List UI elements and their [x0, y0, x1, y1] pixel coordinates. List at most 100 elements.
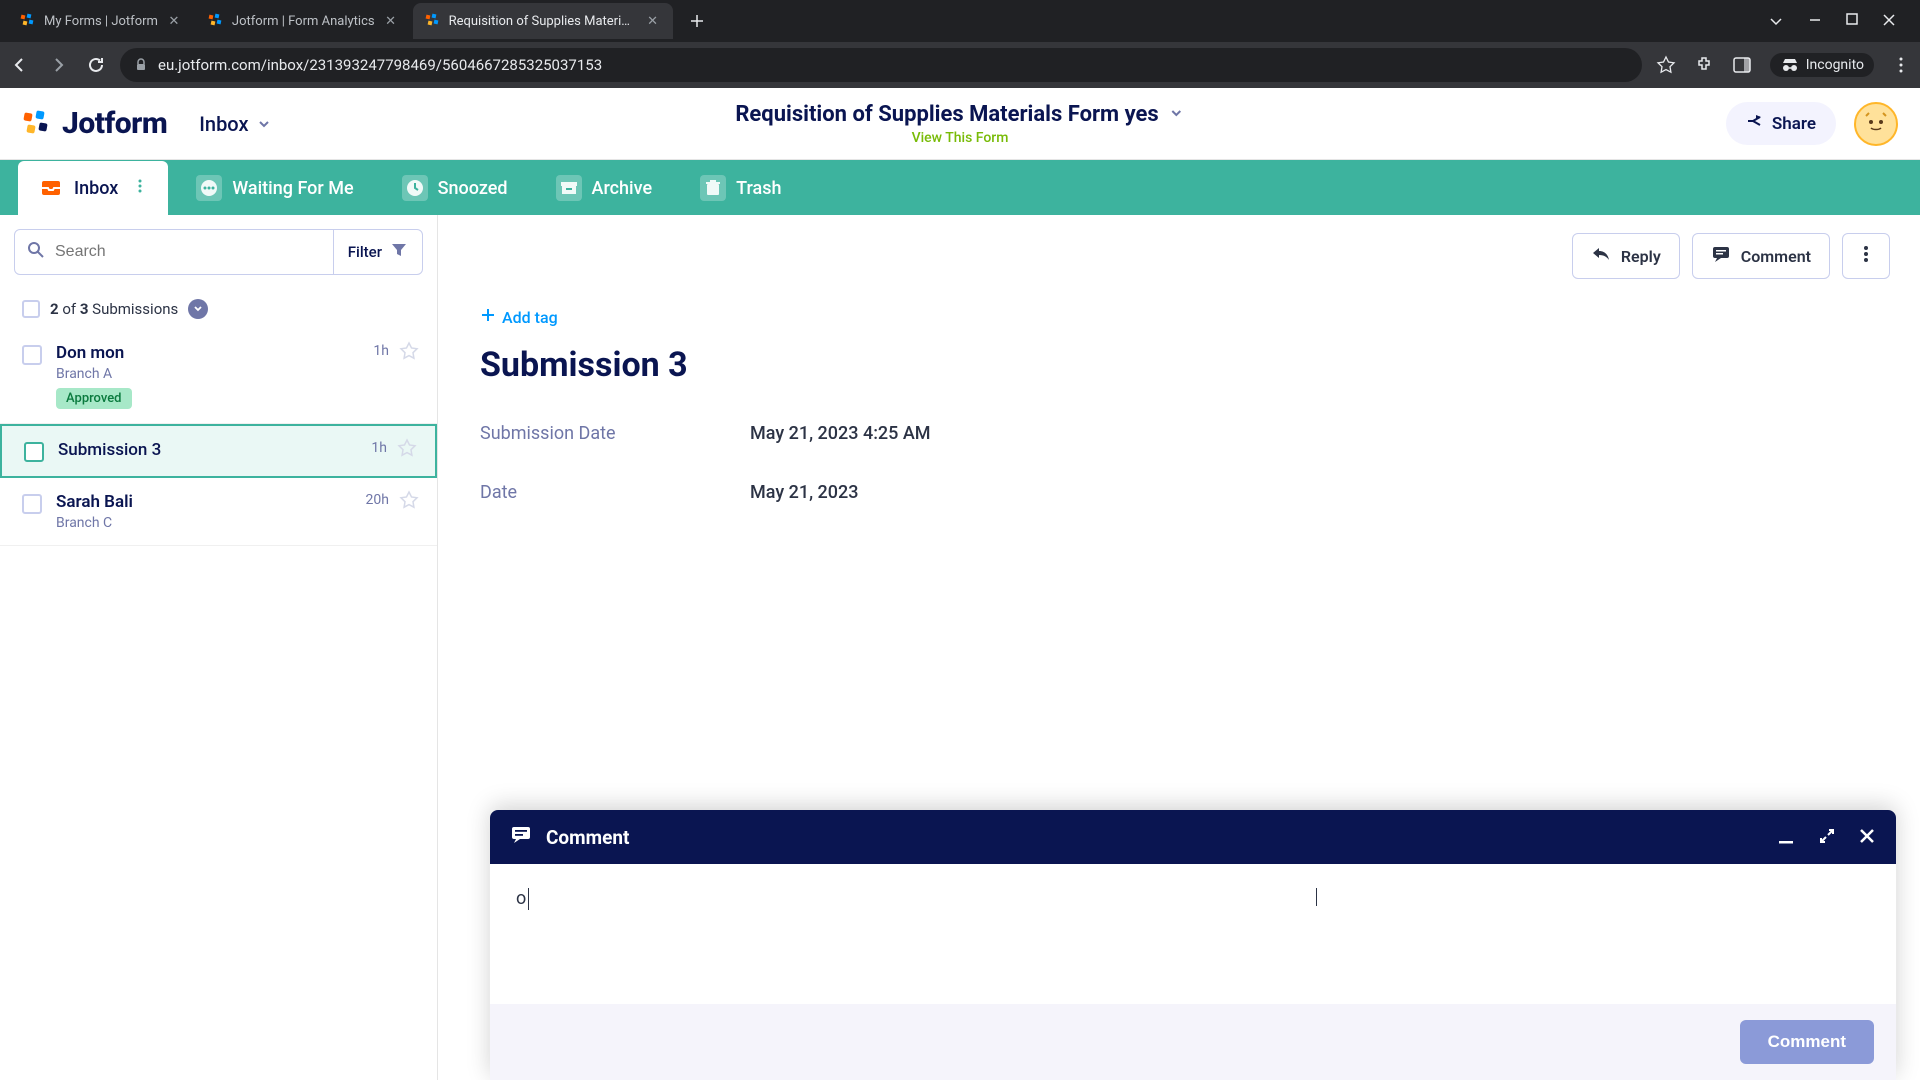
minimize-icon[interactable]	[1808, 13, 1822, 29]
sidepanel-icon[interactable]	[1732, 55, 1752, 75]
item-branch: Branch C	[56, 515, 415, 531]
reply-button[interactable]: Reply	[1572, 233, 1680, 279]
item-checkbox[interactable]	[22, 345, 42, 365]
header-right: Share	[1726, 102, 1898, 146]
jotform-favicon	[208, 13, 224, 29]
comment-button[interactable]: Comment	[1692, 233, 1830, 279]
jotform-favicon	[425, 13, 441, 29]
submission-title: Submission 3	[480, 345, 1878, 385]
tab-waiting[interactable]: Waiting For Me	[176, 161, 373, 215]
tab-archive[interactable]: Archive	[536, 161, 673, 215]
menu-icon[interactable]	[1892, 56, 1910, 74]
inbox-tabs: Inbox Waiting For Me Snoozed Archive Tra…	[0, 160, 1920, 215]
list-item[interactable]: Submission 3 1h	[0, 424, 437, 478]
jotform-logo-icon	[22, 109, 52, 139]
star-icon[interactable]	[399, 490, 419, 514]
forward-icon[interactable]	[48, 55, 68, 75]
tab-label: Inbox	[74, 178, 118, 199]
comment-textarea[interactable]: o	[516, 888, 1870, 968]
reload-icon[interactable]	[86, 55, 106, 75]
list-item[interactable]: Sarah Bali Branch C 20h	[0, 478, 437, 546]
comment-body: o	[490, 864, 1896, 1004]
back-icon[interactable]	[10, 55, 30, 75]
trash-icon	[700, 175, 726, 201]
filter-button[interactable]: Filter	[333, 230, 422, 274]
field-row: Submission Date May 21, 2023 4:25 AM	[480, 423, 1878, 444]
share-button[interactable]: Share	[1726, 102, 1836, 145]
chevron-down-icon	[257, 112, 271, 136]
content-toolbar: Reply Comment	[438, 215, 1920, 297]
add-tag-label: Add tag	[502, 308, 558, 327]
close-window-icon[interactable]	[1882, 13, 1896, 29]
item-checkbox[interactable]	[24, 442, 44, 462]
avatar[interactable]	[1854, 102, 1898, 146]
bookmark-icon[interactable]	[1656, 55, 1676, 75]
close-icon[interactable]: ✕	[166, 13, 182, 29]
field-value: May 21, 2023 4:25 AM	[750, 423, 931, 444]
add-tag-button[interactable]: Add tag	[480, 307, 1878, 327]
close-icon[interactable]: ✕	[383, 13, 399, 29]
minimize-icon[interactable]	[1776, 827, 1796, 847]
tab-inbox[interactable]: Inbox	[18, 161, 168, 215]
field-value: May 21, 2023	[750, 482, 858, 503]
logo[interactable]: Jotform	[22, 106, 167, 141]
address-bar: eu.jotform.com/inbox/231393247798469/560…	[0, 42, 1920, 88]
archive-icon	[556, 175, 582, 201]
item-body: Don mon Branch A Approved	[56, 343, 415, 409]
star-icon[interactable]	[399, 341, 419, 365]
app-header: Jotform Inbox Requisition of Supplies Ma…	[0, 88, 1920, 160]
chevron-down-icon[interactable]	[1169, 102, 1185, 127]
view-form-link[interactable]: View This Form	[912, 130, 1009, 146]
browser-tab-1[interactable]: My Forms | Jotform ✕	[8, 3, 194, 39]
item-branch: Branch A	[56, 366, 415, 382]
share-label: Share	[1772, 114, 1816, 134]
browser-tab-2[interactable]: Jotform | Form Analytics ✕	[196, 3, 411, 39]
search-icon	[27, 241, 45, 263]
list-item[interactable]: Don mon Branch A Approved 1h	[0, 329, 437, 424]
browser-tab-3[interactable]: Requisition of Supplies Materials ✕	[413, 3, 673, 39]
extensions-icon[interactable]	[1694, 55, 1714, 75]
plus-icon	[480, 307, 496, 327]
chevron-down-icon[interactable]	[188, 299, 208, 319]
star-icon[interactable]	[397, 438, 417, 462]
search-inner	[15, 230, 333, 274]
share-icon	[1746, 112, 1764, 135]
tab-snoozed[interactable]: Snoozed	[382, 161, 528, 215]
item-body: Submission 3	[58, 440, 413, 462]
reply-icon	[1591, 244, 1611, 268]
more-button[interactable]	[1842, 233, 1890, 279]
close-icon[interactable]	[1858, 827, 1876, 847]
tab-trash[interactable]: Trash	[680, 161, 801, 215]
form-title: Requisition of Supplies Materials Form y…	[735, 102, 1158, 127]
window-controls	[1768, 13, 1912, 29]
tab-title: My Forms | Jotform	[44, 14, 158, 29]
item-time: 20h	[366, 492, 389, 508]
comment-panel-title: Comment	[546, 826, 629, 849]
item-name: Submission 3	[58, 440, 413, 460]
approved-badge: Approved	[56, 388, 132, 409]
comment-footer: Comment	[490, 1004, 1896, 1080]
expand-icon[interactable]	[1818, 827, 1836, 847]
nav-buttons	[10, 55, 106, 75]
new-tab-button[interactable]	[683, 7, 711, 35]
tab-label: Archive	[592, 178, 653, 199]
url-text: eu.jotform.com/inbox/231393247798469/560…	[158, 56, 602, 74]
item-body: Sarah Bali Branch C	[56, 492, 415, 531]
search-input[interactable]	[55, 243, 321, 261]
item-time: 1h	[371, 440, 387, 456]
url-field[interactable]: eu.jotform.com/inbox/231393247798469/560…	[120, 48, 1642, 82]
inbox-selector[interactable]: Inbox	[199, 112, 270, 136]
item-checkbox[interactable]	[22, 494, 42, 514]
comment-icon	[1711, 244, 1731, 268]
reply-label: Reply	[1621, 247, 1661, 266]
close-icon[interactable]: ✕	[645, 13, 661, 29]
item-name: Don mon	[56, 343, 415, 363]
lock-icon	[134, 58, 148, 72]
kebab-icon[interactable]	[132, 178, 148, 199]
comment-submit-button[interactable]: Comment	[1740, 1020, 1874, 1064]
tab-search-icon[interactable]	[1768, 13, 1784, 29]
incognito-badge[interactable]: Incognito	[1770, 53, 1874, 77]
item-name: Sarah Bali	[56, 492, 415, 512]
maximize-icon[interactable]	[1846, 13, 1858, 29]
select-all-checkbox[interactable]	[22, 300, 40, 318]
